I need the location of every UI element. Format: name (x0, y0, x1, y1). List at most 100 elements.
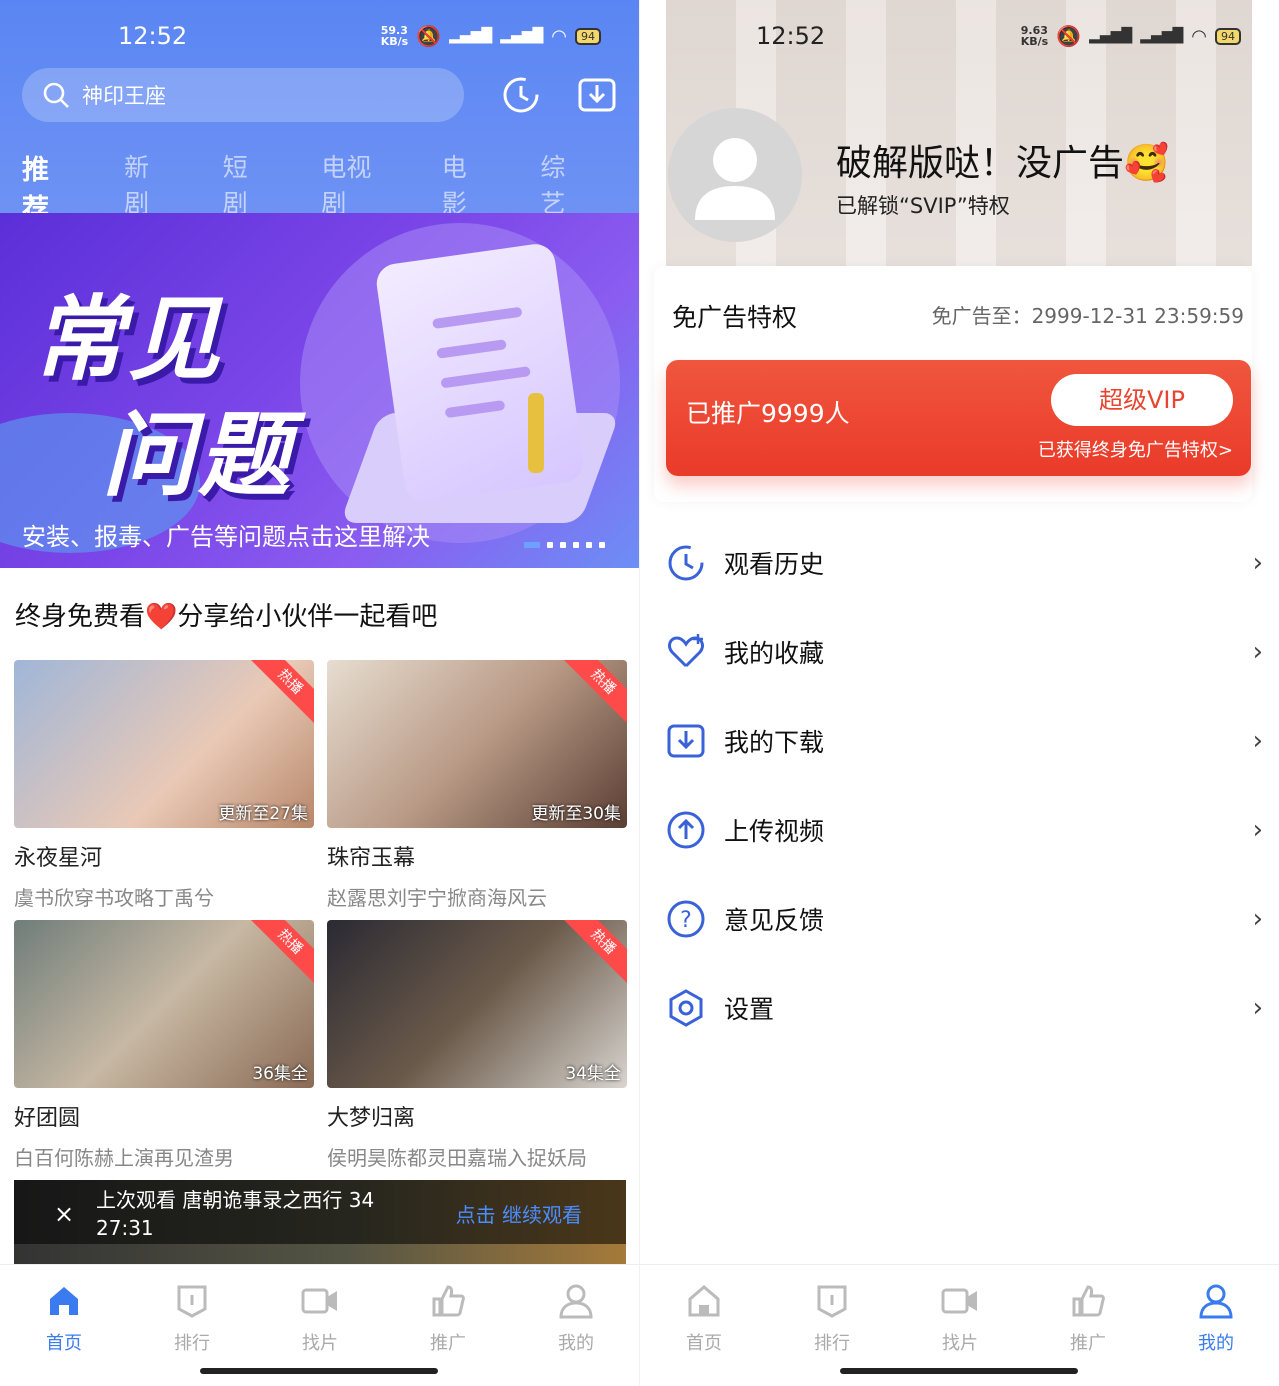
video-title: 好团圆 (14, 1106, 81, 1131)
nav-home[interactable]: 首页 (24, 1281, 104, 1355)
home-screen: 12:52 59.3 KB/s 🔕 ▂▄▆█ ▂▄▆█ ◠ 94 神印王座 推荐… (0, 0, 639, 1386)
video-thumbnail: 热播 34集全 (327, 920, 627, 1088)
video-card[interactable]: 热播 36集全 好团圆 白百何陈赫上演再见渣男 (14, 920, 314, 1171)
nav-label: 首页 (686, 1333, 722, 1354)
thumbs-up-icon (408, 1281, 488, 1321)
nav-promote[interactable]: 推广 (1048, 1281, 1128, 1355)
vip-privilege-link[interactable]: 已获得终身免广告特权> (1038, 436, 1233, 462)
signal-icon: ▂▄▆█ (1089, 28, 1133, 44)
avatar[interactable] (668, 108, 802, 242)
faq-banner[interactable]: 常见 问题 安装、报毒、广告等问题点击这里解决 (0, 213, 639, 568)
nav-ranking[interactable]: 排行 (152, 1281, 232, 1355)
battery-icon: 94 (575, 27, 601, 45)
status-icons: 59.3 KB/s 🔕 ▂▄▆█ ▂▄▆█ ◠ 94 (381, 24, 601, 48)
home-icon (664, 1281, 744, 1321)
nav-label: 我的 (558, 1333, 594, 1354)
download-icon (664, 719, 708, 763)
close-icon[interactable]: × (54, 1200, 74, 1228)
super-vip-button[interactable]: 超级VIP (1051, 374, 1233, 426)
favorite-heart-icon (664, 630, 708, 674)
menu-label: 上传视频 (724, 816, 825, 846)
default-avatar-icon (695, 138, 775, 220)
continue-watching-button[interactable]: 点击 继续观看 (456, 1199, 582, 1228)
menu-watch-history[interactable]: 观看历史 › (664, 518, 1265, 607)
resume-time: 27:31 (96, 1216, 154, 1240)
home-indicator (840, 1368, 1078, 1374)
download-icon[interactable] (576, 74, 618, 116)
status-time: 12:52 (756, 22, 826, 50)
profile-subtitle: 已解锁“SVIP”特权 (836, 194, 1010, 218)
menu-settings[interactable]: 设置 › (664, 963, 1265, 1052)
menu-label: 意见反馈 (724, 905, 825, 935)
nav-mine[interactable]: 我的 (536, 1281, 616, 1355)
video-card[interactable]: 热播 更新至30集 珠帘玉幕 赵露思刘宇宁掀商海风云 (327, 660, 627, 911)
episode-label: 34集全 (565, 1064, 621, 1084)
privilege-card: 免广告特权 免广告至：2999-12-31 23:59:59 已推广9999人 … (654, 266, 1252, 502)
video-title: 珠帘玉幕 (327, 846, 416, 871)
signal-icon: ▂▄▆█ (449, 28, 493, 44)
hot-badge: 热播 (559, 920, 627, 986)
chevron-right-icon: › (1252, 547, 1263, 578)
nav-label: 找片 (302, 1333, 338, 1354)
nav-discover[interactable]: 找片 (280, 1281, 360, 1355)
privilege-title: 免广告特权 (672, 303, 798, 332)
nav-promote[interactable]: 推广 (408, 1281, 488, 1355)
video-title: 大梦归离 (327, 1106, 416, 1131)
menu-feedback[interactable]: ? 意见反馈 › (664, 874, 1265, 963)
nav-label: 排行 (174, 1333, 210, 1354)
nav-discover[interactable]: 找片 (920, 1281, 1000, 1355)
hot-badge: 热播 (246, 660, 314, 726)
video-card[interactable]: 热播 34集全 大梦归离 侯明昊陈都灵田嘉瑞入捉妖局 (327, 920, 627, 1171)
profile-name: 破解版哒！没广告🥰 (836, 143, 1169, 184)
episode-label: 更新至27集 (218, 804, 308, 824)
profile-menu: 观看历史 › 我的收藏 › 我的下载 › 上传视频 › ? 意见反馈 › 设置 … (664, 518, 1265, 1052)
episode-label: 36集全 (252, 1064, 308, 1084)
bottom-nav: 首页 排行 找片 推广 我的 (0, 1264, 639, 1386)
video-card[interactable]: 热播 更新至27集 永夜星河 虞书欣穿书攻略丁禹兮 (14, 660, 314, 911)
search-bar[interactable]: 神印王座 (22, 68, 464, 122)
nav-label: 我的 (1198, 1333, 1234, 1354)
svg-text:?: ? (680, 908, 692, 933)
menu-favorites[interactable]: 我的收藏 › (664, 607, 1265, 696)
video-subtitle: 赵露思刘宇宁掀商海风云 (327, 886, 547, 910)
wifi-icon: ◠ (551, 25, 567, 47)
nav-label: 找片 (942, 1333, 978, 1354)
menu-upload[interactable]: 上传视频 › (664, 785, 1265, 874)
menu-label: 我的下载 (724, 727, 825, 757)
thumbs-up-icon (1048, 1281, 1128, 1321)
nav-label: 排行 (814, 1333, 850, 1354)
chevron-right-icon: › (1252, 636, 1263, 667)
carousel-indicator (524, 542, 605, 548)
nav-ranking[interactable]: 排行 (792, 1281, 872, 1355)
continue-watching-bar[interactable]: × 上次观看 唐朝诡事录之西行 34 27:31 点击 继续观看 (14, 1180, 626, 1264)
user-icon (1176, 1281, 1256, 1321)
banner-title-1: 常见 (32, 286, 225, 393)
upload-icon (664, 808, 708, 852)
vip-banner[interactable]: 已推广9999人 超级VIP 已获得终身免广告特权> (666, 360, 1251, 476)
privilege-expiry: 免广告至：2999-12-31 23:59:59 (931, 304, 1244, 328)
section-title: 终身免费看❤️分享给小伙伴一起看吧 (15, 602, 438, 632)
history-icon (664, 541, 708, 585)
video-subtitle: 白百何陈赫上演再见渣男 (14, 1146, 234, 1170)
mute-icon: 🔕 (1056, 24, 1082, 48)
status-bar: 12:52 9.63 KB/s 🔕 ▂▄▆█ ▂▄▆█ ◠ 94 (640, 0, 1279, 72)
nav-mine[interactable]: 我的 (1176, 1281, 1256, 1355)
status-bar: 12:52 59.3 KB/s 🔕 ▂▄▆█ ▂▄▆█ ◠ 94 (0, 0, 639, 72)
network-speed: 59.3 KB/s (380, 24, 409, 48)
hot-badge: 热播 (246, 920, 314, 986)
bottom-nav: 首页 排行 找片 推广 我的 (640, 1264, 1279, 1386)
history-icon[interactable] (500, 74, 542, 116)
hot-badge: 热播 (559, 660, 627, 726)
network-speed: 9.63 KB/s (1020, 24, 1049, 48)
mute-icon: 🔕 (416, 24, 442, 48)
menu-downloads[interactable]: 我的下载 › (664, 696, 1265, 785)
resume-title: 上次观看 唐朝诡事录之西行 34 (96, 1188, 375, 1212)
signal-icon-2: ▂▄▆█ (1140, 28, 1184, 44)
video-thumbnail: 热播 更新至27集 (14, 660, 314, 828)
menu-label: 我的收藏 (724, 638, 825, 668)
profile-screen: 12:52 9.63 KB/s 🔕 ▂▄▆█ ▂▄▆█ ◠ 94 破解版哒！没广… (640, 0, 1279, 1386)
home-indicator (200, 1368, 438, 1374)
chevron-right-icon: › (1252, 992, 1263, 1023)
nav-home[interactable]: 首页 (664, 1281, 744, 1355)
chevron-right-icon: › (1252, 903, 1263, 934)
